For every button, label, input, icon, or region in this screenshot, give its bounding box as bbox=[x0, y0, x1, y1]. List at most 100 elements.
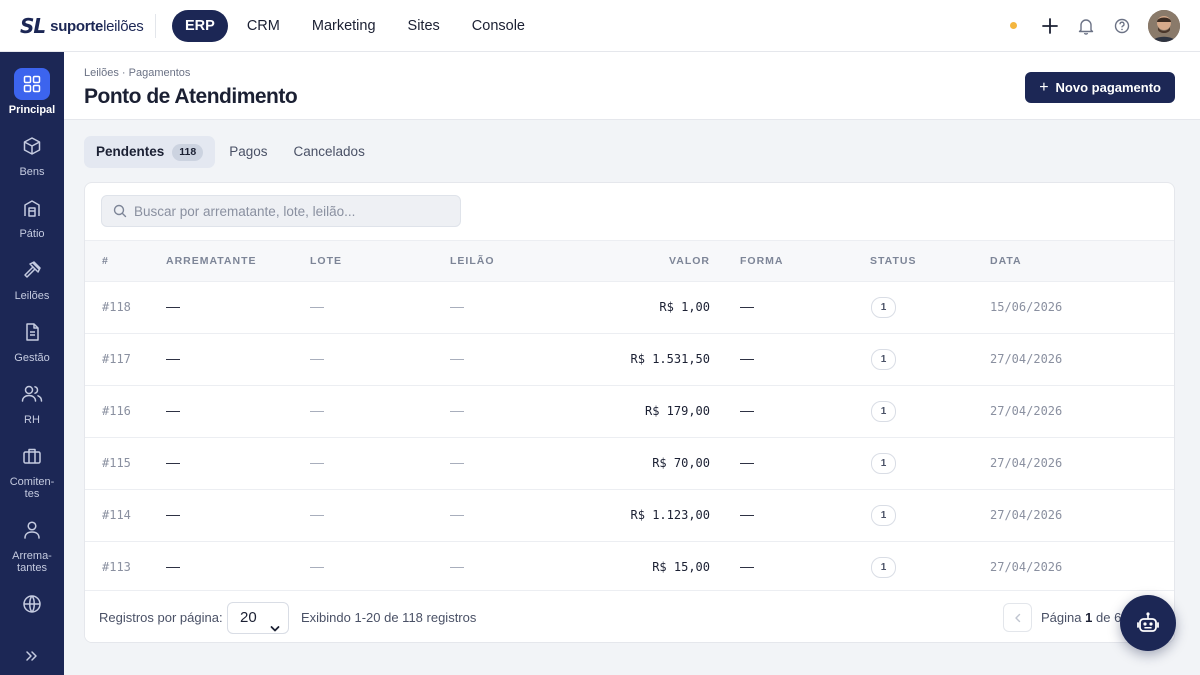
sidebar-item-patio[interactable]: Pátio bbox=[0, 192, 64, 240]
row-valor: R$ 1,00 bbox=[659, 300, 710, 314]
status-badge: 1 bbox=[871, 505, 896, 526]
table-row[interactable]: #116 — — — R$ 179,00 — 1 27/04/2026 bbox=[85, 386, 1174, 438]
sidebar-item-principal[interactable]: Principal bbox=[0, 68, 64, 116]
row-lote: — bbox=[310, 298, 324, 314]
row-leilao: — bbox=[450, 402, 464, 418]
box-icon bbox=[14, 130, 50, 162]
plus-icon[interactable] bbox=[1040, 16, 1060, 36]
page-current: 1 bbox=[1085, 610, 1093, 625]
column-header-valor[interactable]: VALOR bbox=[669, 255, 710, 267]
top-nav-erp[interactable]: ERP bbox=[172, 10, 228, 42]
row-arrematante: — bbox=[166, 558, 180, 574]
sidebar-item-rh[interactable]: RH bbox=[0, 378, 64, 426]
table-row[interactable]: #114 — — — R$ 1.123,00 — 1 27/04/2026 bbox=[85, 490, 1174, 542]
sidebar-item-comitentes[interactable]: Comiten-tes bbox=[0, 440, 64, 500]
row-valor: R$ 15,00 bbox=[652, 560, 710, 574]
table-row[interactable]: #113 — — — R$ 15,00 — 1 27/04/2026 bbox=[85, 542, 1174, 594]
column-header-arrematante[interactable]: ARREMATANTE bbox=[166, 255, 257, 267]
chevron-left-icon bbox=[1014, 613, 1020, 622]
row-lote: — bbox=[310, 402, 324, 418]
logo-text-light: leilões bbox=[103, 17, 144, 35]
column-header-status[interactable]: STATUS bbox=[870, 255, 916, 267]
robot-icon bbox=[1137, 612, 1159, 632]
sidebar-item-arrematantes[interactable]: Arrema-tantes bbox=[0, 514, 64, 574]
tab-label: Cancelados bbox=[293, 144, 365, 159]
logo-text-bold: suporte bbox=[50, 17, 104, 35]
tab-label: Pendentes bbox=[96, 144, 165, 159]
tab-pendentes[interactable]: Pendentes 118 bbox=[84, 136, 216, 168]
new-payment-button[interactable]: + Novo pagamento bbox=[1025, 72, 1175, 103]
table-row[interactable]: #118 — — — R$ 1,00 — 1 15/06/2026 bbox=[85, 282, 1174, 334]
row-leilao: — bbox=[450, 298, 464, 314]
sidebar-item-sites[interactable] bbox=[0, 588, 64, 620]
sidebar-item-gestao[interactable]: Gestão bbox=[0, 316, 64, 364]
page-sep: de bbox=[1095, 610, 1111, 625]
row-leilao: — bbox=[450, 350, 464, 366]
search-box bbox=[101, 195, 461, 227]
row-arrematante: — bbox=[166, 402, 180, 418]
top-divider bbox=[155, 14, 156, 38]
row-id: #113 bbox=[102, 560, 131, 574]
column-header-leilao[interactable]: LEILÃO bbox=[450, 255, 495, 267]
per-page-select[interactable]: 20 bbox=[227, 602, 289, 634]
logo-text: suporteleilões bbox=[50, 17, 144, 35]
sidebar-item-bens[interactable]: Bens bbox=[0, 130, 64, 178]
row-data: 27/04/2026 bbox=[990, 456, 1063, 470]
row-id: #118 bbox=[102, 300, 131, 314]
row-forma: — bbox=[740, 402, 754, 418]
column-header-forma[interactable]: FORMA bbox=[740, 255, 784, 267]
status-badge: 1 bbox=[871, 557, 896, 578]
sidebar-item-label: Pátio bbox=[19, 228, 45, 240]
row-lote: — bbox=[310, 506, 324, 522]
top-nav-crm[interactable]: CRM bbox=[234, 10, 293, 42]
status-badge: 1 bbox=[871, 453, 896, 474]
row-valor: R$ 1.531,50 bbox=[630, 352, 710, 366]
column-header-lote[interactable]: LOTE bbox=[310, 255, 342, 267]
users-icon bbox=[14, 378, 50, 410]
sidebar-expand-button[interactable] bbox=[0, 640, 64, 672]
bell-icon[interactable] bbox=[1076, 16, 1096, 36]
document-icon bbox=[14, 316, 50, 348]
row-data: 27/04/2026 bbox=[990, 508, 1063, 522]
row-valor: R$ 70,00 bbox=[652, 456, 710, 470]
table-row[interactable]: #117 — — — R$ 1.531,50 — 1 27/04/2026 bbox=[85, 334, 1174, 386]
avatar[interactable] bbox=[1148, 10, 1180, 42]
row-arrematante: — bbox=[166, 298, 180, 314]
breadcrumb[interactable]: Leilões · Pagamentos bbox=[84, 67, 190, 79]
tab-cancelados[interactable]: Cancelados bbox=[282, 136, 377, 168]
sidebar-item-leiloes[interactable]: Leilões bbox=[0, 254, 64, 302]
payments-card: # ARREMATANTE LOTE LEILÃO VALOR FORMA ST… bbox=[84, 182, 1175, 643]
tab-pagos[interactable]: Pagos bbox=[217, 136, 279, 168]
top-nav: ERP CRM Marketing Sites Console bbox=[172, 10, 544, 42]
row-id: #116 bbox=[102, 404, 131, 418]
previous-page-button[interactable] bbox=[1003, 603, 1032, 632]
top-nav-marketing[interactable]: Marketing bbox=[299, 10, 389, 42]
row-data: 27/04/2026 bbox=[990, 404, 1063, 418]
help-icon[interactable] bbox=[1112, 16, 1132, 36]
column-header-data[interactable]: DATA bbox=[990, 255, 1022, 267]
tab-label: Pagos bbox=[229, 144, 268, 159]
assistant-fab-button[interactable] bbox=[1120, 595, 1176, 651]
briefcase-icon bbox=[14, 440, 50, 472]
top-nav-console[interactable]: Console bbox=[459, 10, 538, 42]
row-forma: — bbox=[740, 558, 754, 574]
search-input[interactable] bbox=[134, 196, 454, 226]
globe-icon bbox=[14, 588, 50, 620]
row-data: 15/06/2026 bbox=[990, 300, 1063, 314]
status-dot bbox=[1010, 22, 1017, 29]
row-arrematante: — bbox=[166, 506, 180, 522]
row-valor: R$ 1.123,00 bbox=[630, 508, 710, 522]
row-arrematante: — bbox=[166, 454, 180, 470]
status-badge: 1 bbox=[871, 297, 896, 318]
sidebar-item-label: Comiten-tes bbox=[0, 476, 64, 500]
pagination-bar: Registros por página: 20 Exibindo 1-20 d… bbox=[85, 590, 1174, 642]
row-data: 27/04/2026 bbox=[990, 560, 1063, 574]
top-nav-sites[interactable]: Sites bbox=[395, 10, 453, 42]
sidebar-label-line2: tes bbox=[24, 488, 40, 500]
logo[interactable]: SL suporteleilões bbox=[20, 14, 144, 38]
records-info: Exibindo 1-20 de 118 registros bbox=[301, 610, 477, 625]
row-forma: — bbox=[740, 506, 754, 522]
per-page-value: 20 bbox=[240, 609, 257, 626]
column-header-id[interactable]: # bbox=[102, 255, 109, 267]
table-row[interactable]: #115 — — — R$ 70,00 — 1 27/04/2026 bbox=[85, 438, 1174, 490]
